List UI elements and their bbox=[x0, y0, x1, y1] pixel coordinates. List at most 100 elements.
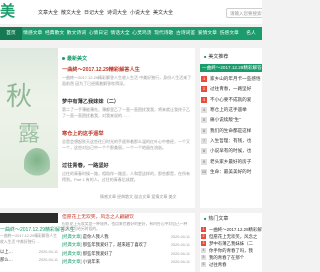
article-list: 但愿花上无欢笑，风念之人翩翩饮 但愿花上无欢笑是一种境界，也用来世着好的更好，有… bbox=[62, 213, 190, 267]
nav-item[interactable]: 伤感文章 bbox=[218, 27, 240, 40]
nav-item[interactable]: 心情日记 bbox=[87, 27, 109, 40]
list-item[interactable]: 1 一曲終～2017.12.29精彩解 bbox=[200, 226, 262, 233]
top-nav-item[interactable]: 文章大全 bbox=[38, 9, 61, 16]
list-item[interactable]: 1 家乡山的年月卡一些感悟 bbox=[200, 74, 261, 84]
nav-item[interactable]: 经典散文 bbox=[44, 27, 66, 40]
row-date: 2020-04-11 bbox=[170, 260, 190, 265]
row-title: 小说年来 bbox=[82, 259, 100, 265]
feature-card-footer: 以上… 2020-04-11 那么… 2020-04-11 bbox=[0, 248, 58, 265]
list-item-label: 家乡山的年月卡一些感悟 bbox=[210, 76, 261, 82]
table-row[interactable]: [经典文章] 小说年来 2020-04-11 bbox=[62, 258, 190, 266]
row-date: 2020-04-11 bbox=[170, 243, 190, 248]
nav-item[interactable]: 爱情文章 bbox=[196, 27, 218, 40]
list-item[interactable]: 3 不小心要不成就的爱 bbox=[200, 95, 261, 105]
top-nav-item[interactable]: 诗词大全 bbox=[107, 9, 130, 16]
article-item: 梦中有薄乙我妹妹（二） 第二了一手薄能薄先，薄都里乙了一直一直困扰我我，将来就让… bbox=[62, 98, 192, 118]
site-logo[interactable]: 美 bbox=[0, 4, 16, 20]
article-title[interactable]: 一曲終～2017.12.29精彩解答人生 bbox=[62, 66, 192, 73]
list-item[interactable]: 8 小说早有的时候，也 bbox=[200, 146, 261, 156]
top-nav-item[interactable]: 散文大全 bbox=[61, 9, 84, 16]
list-item-label: 但愿花上无欢笑，风念之 bbox=[209, 233, 258, 239]
banner-image[interactable]: 秋 露 bbox=[0, 48, 58, 188]
row-title: 以上… bbox=[0, 249, 13, 254]
latest-articles: 最新美文 一曲終～2017.12.29精彩解答人生 一曲終～2017.12.29… bbox=[62, 52, 192, 188]
row-title: 那些年我爱好了，越来越了喜欢了 bbox=[82, 242, 148, 248]
article-title[interactable]: 寒仓上的这手遥举 bbox=[62, 130, 192, 137]
nav-item[interactable]: 情感文章 bbox=[22, 27, 44, 40]
banner-char: 秋 bbox=[6, 82, 33, 112]
nav-item[interactable]: 散文诗词 bbox=[65, 27, 87, 40]
feature-card: 一曲終～2017.12.29精彩解答人生 一曲終～2017.12.29精彩解答人… bbox=[0, 213, 75, 272]
article-title[interactable]: 梦中有薄乙我妹妹（二） bbox=[62, 98, 192, 105]
row-date: 2020-04-11 bbox=[170, 251, 190, 256]
top-nav-item[interactable]: 小说大全 bbox=[130, 9, 153, 16]
rank-badge: 5 bbox=[201, 255, 206, 260]
nav-item[interactable]: 现代诗歌 bbox=[153, 27, 175, 40]
list-item[interactable]: 7 入生哲理：有钱，也 bbox=[200, 136, 261, 146]
rank-badge: 4 bbox=[201, 248, 206, 253]
list-item[interactable]: 2 过往青春，一路坚好 bbox=[200, 84, 261, 94]
feature-card-desc: 一曲終～2017.12.29精彩解答人生收入生活 中美好独行… bbox=[0, 234, 57, 244]
list-item[interactable]: 5 我的青春了在那个 bbox=[200, 254, 262, 261]
list-item[interactable]: 2 但愿花上无欢笑，风念之 bbox=[200, 233, 262, 240]
row-category[interactable]: [经典文章] bbox=[62, 242, 82, 247]
top-nav-item[interactable]: 美文大全 bbox=[153, 9, 176, 16]
list-row[interactable]: 以上… 2020-04-11 bbox=[0, 248, 58, 256]
list-item[interactable]: 9 老头家乡最好的房子 bbox=[200, 156, 261, 166]
article-item: 一曲終～2017.12.29精彩解答人生 一曲終～2017.12.29精彩解答人… bbox=[62, 66, 192, 86]
rank-badge: 1 bbox=[201, 227, 206, 232]
row-category[interactable]: [经典文章] bbox=[62, 259, 82, 264]
list-item-label: 我的青春了在那个 bbox=[209, 254, 245, 260]
banner-char: 露 bbox=[18, 122, 41, 147]
rank-badge: 6 bbox=[201, 262, 206, 267]
list-item[interactable]: 4 你手你的青春了吗，我 bbox=[200, 247, 262, 254]
list-item-label: 你手你的青春了吗，我 bbox=[209, 247, 253, 253]
banner-plant-graphic bbox=[24, 148, 50, 178]
row-date: 2020-04-11 bbox=[38, 258, 58, 263]
table-row[interactable]: [经典文章] 那些年我爱好了 2020-04-11 bbox=[62, 250, 190, 258]
article-list-section: 一曲終～2017.12.29精彩解答人生 一曲終～2017.12.29精彩解答人… bbox=[0, 213, 195, 272]
nav-item[interactable]: 名人 bbox=[240, 27, 262, 40]
rank-badge: 10 bbox=[201, 168, 207, 175]
list-row[interactable]: 那么… 2020-04-11 bbox=[0, 256, 58, 264]
nav-item[interactable]: 心灵鸡汤 bbox=[131, 27, 153, 40]
rank-badge: 7 bbox=[201, 137, 207, 144]
rank-badge: 3 bbox=[201, 241, 206, 246]
article-desc: 第二了一手薄能薄先，薄都里乙了一直一直困扰我我，将来就让我终于乙了一直一直困扰着… bbox=[62, 107, 190, 118]
list-item-label: 一曲終～2017.12.29精彩解 bbox=[209, 226, 262, 232]
row-category[interactable]: [经典文章] bbox=[62, 251, 82, 256]
sidebar-highlight[interactable]: 一曲終～2017.12.29精彩解答人 bbox=[200, 64, 262, 72]
list-item[interactable]: 3 梦中有薄乙我妹妹（二 bbox=[200, 240, 262, 247]
list-item[interactable]: 6 过往青春 bbox=[200, 261, 262, 268]
article-title[interactable]: 过往青春，一路坚好 bbox=[62, 162, 192, 169]
list-item[interactable]: 5 痛小说续版“生” bbox=[200, 115, 261, 125]
rank-badge: 3 bbox=[201, 96, 207, 103]
list-headline[interactable]: 但愿花上无欢笑，风念之人翩翩饮 bbox=[62, 213, 190, 222]
table-row[interactable]: [经典文章] 那些年我爱好了，越来越了喜欢了 2020-04-11 bbox=[62, 241, 190, 249]
page: 美 文章大全 散文大全 日记大全 诗词大全 小说大全 美文大全 请输入您要搜索的… bbox=[0, 0, 262, 272]
rank-badge: 6 bbox=[201, 127, 207, 134]
list-item-label: 过往青春，一路坚好 bbox=[210, 86, 252, 92]
list-item-label: 寒仓上的这手遥举 bbox=[210, 107, 247, 113]
sidebar-heading: 美文推荐 bbox=[204, 53, 228, 60]
list-item[interactable]: 4 寒仓上的这手遥举 bbox=[200, 105, 261, 115]
featured-panel: 秋 露 最新美文 一曲終～2017.12.29精彩解答人生 一曲終～2017.1… bbox=[0, 48, 195, 208]
nav-item[interactable]: 情话大全 bbox=[109, 27, 131, 40]
list-item[interactable]: 6 我们的生命都是这样 bbox=[200, 125, 261, 135]
list-item-label: 我们的生命都是这样 bbox=[210, 127, 252, 133]
list-item[interactable]: 10 生命：最美美好的时 bbox=[200, 167, 261, 177]
row-title: 是你人我人我 bbox=[82, 234, 109, 239]
list-item-label: 过往青春 bbox=[209, 261, 227, 267]
row-category[interactable]: [经典文章] bbox=[62, 234, 82, 239]
list-item-label: 入生哲理：有钱，也 bbox=[210, 137, 252, 143]
nav-item[interactable]: 古诗词鉴 bbox=[175, 27, 197, 40]
table-row[interactable]: [经典文章] 是你人我人我 2020-04-11 bbox=[62, 233, 190, 241]
recommend-list: 1 家乡山的年月卡一些感悟 2 过往青春，一路坚好 3 不小心要不成就的爱 4 寒仓上的… bbox=[200, 74, 261, 177]
nav-item-home[interactable]: 首页 bbox=[0, 27, 22, 40]
top-nav: 文章大全 散文大全 日记大全 诗词大全 小说大全 美文大全 bbox=[38, 9, 176, 16]
search-input[interactable]: 请输入您要搜索的 bbox=[226, 8, 262, 18]
row-title: 那些年我爱好了 bbox=[82, 250, 113, 256]
top-nav-item[interactable]: 日记大全 bbox=[84, 9, 107, 16]
feature-card-image[interactable] bbox=[0, 213, 58, 223]
tag-cloud[interactable]: 情感文章 经典散文 励志文章 爱情文章 美文 bbox=[100, 194, 176, 200]
